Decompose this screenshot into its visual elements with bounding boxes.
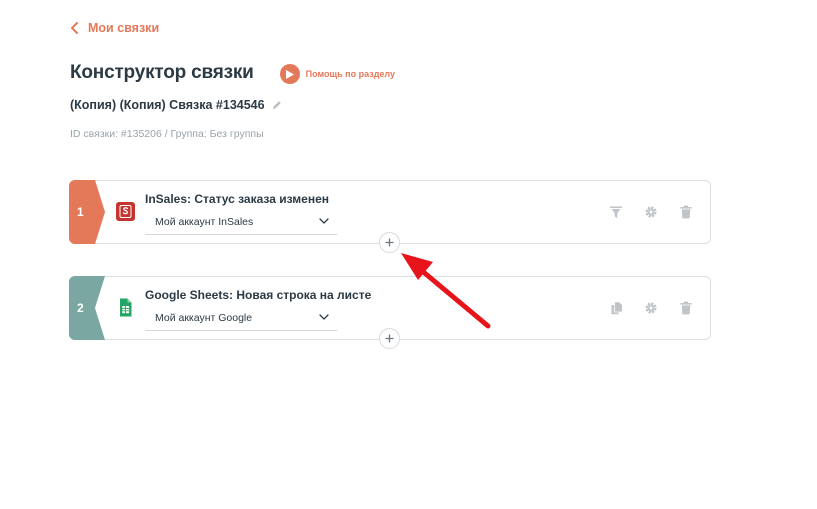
account-select-value: Мой аккаунт InSales — [155, 215, 254, 228]
back-to-my-connections-link[interactable]: Мои связки — [70, 21, 159, 35]
step-title: Google Sheets: Новая строка на листе — [145, 288, 372, 302]
add-step-button[interactable] — [379, 328, 400, 349]
plus-icon — [385, 334, 394, 343]
step-actions — [609, 205, 693, 219]
filter-icon[interactable] — [609, 205, 623, 219]
back-link-label: Мои связки — [88, 21, 160, 35]
plus-icon — [385, 238, 394, 247]
trash-icon[interactable] — [679, 301, 693, 315]
step-actions — [609, 301, 693, 315]
account-select[interactable]: Мой аккаунт Google — [145, 305, 337, 331]
step-number-badge: 2 — [69, 276, 105, 340]
copy-icon[interactable] — [609, 301, 623, 315]
help-button[interactable]: Помощь по разделу — [279, 64, 396, 84]
step-title: InSales: Статус заказа изменен — [145, 192, 330, 206]
edit-pencil-icon[interactable] — [272, 100, 282, 110]
chevron-down-icon — [319, 218, 329, 224]
account-select[interactable]: Мой аккаунт InSales — [145, 209, 337, 235]
title-row: Конструктор связки Помощь по разделу — [70, 62, 395, 84]
chevron-left-icon — [71, 22, 78, 34]
add-step-button[interactable] — [379, 232, 400, 253]
google-sheets-icon — [120, 298, 132, 317]
step-number-badge: 1 — [69, 180, 105, 244]
play-icon — [279, 64, 300, 84]
help-label: Помощь по разделу — [305, 69, 396, 79]
insales-icon — [116, 202, 135, 221]
connection-meta: ID связки: #135206 / Группа: Без группы — [70, 128, 264, 140]
gear-icon[interactable] — [644, 301, 658, 315]
connection-name-row: (Копия) (Копия) Связка #134546 — [70, 98, 282, 112]
gear-icon[interactable] — [644, 205, 658, 219]
page-title: Конструктор связки — [70, 62, 254, 83]
trash-icon[interactable] — [679, 205, 693, 219]
chevron-down-icon — [319, 314, 329, 320]
account-select-value: Мой аккаунт Google — [155, 311, 253, 324]
connection-name: (Копия) (Копия) Связка #134546 — [70, 98, 265, 112]
